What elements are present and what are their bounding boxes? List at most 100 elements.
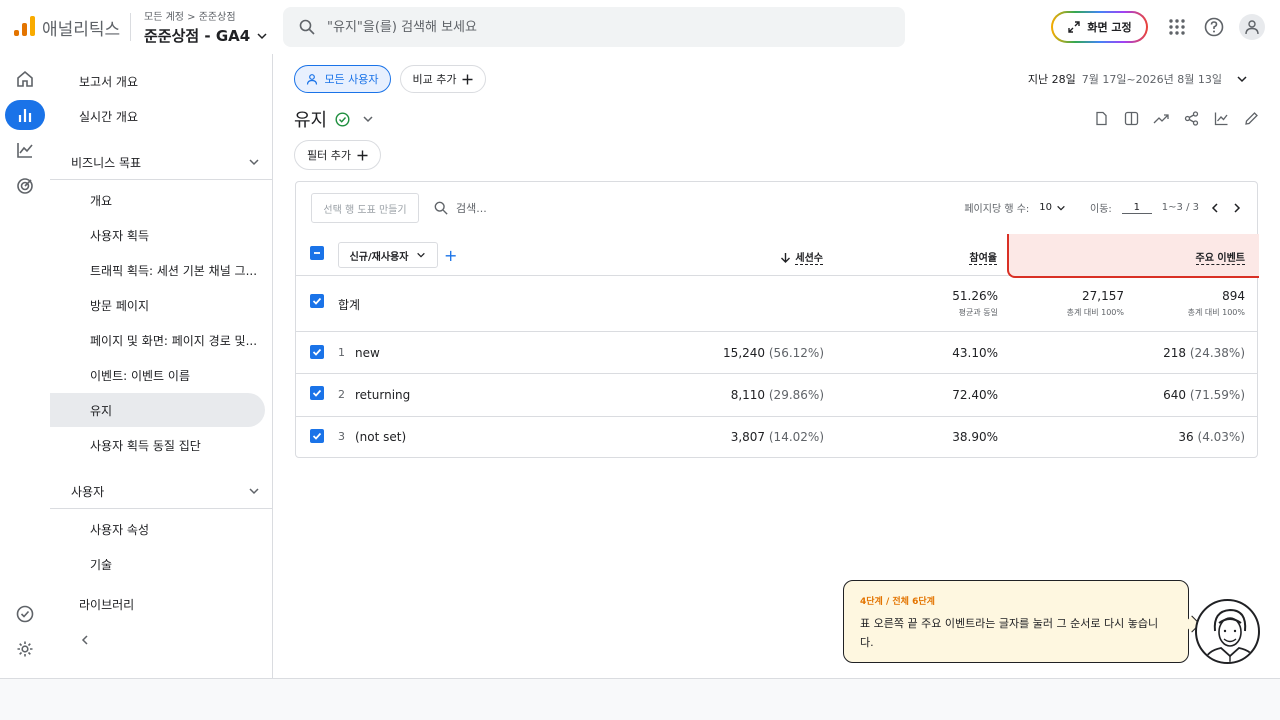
row-label: new [355, 346, 380, 360]
guide-avatar [1195, 599, 1260, 664]
advertising-icon[interactable] [5, 171, 45, 201]
top-bar: 애널리틱스 모든 계정 > 준준상점 준준상점 - GA4 화면 고정 [0, 0, 1280, 54]
nav-user-attributes[interactable]: 사용자 속성 [50, 512, 265, 546]
row-index: 3 [338, 430, 345, 443]
row-checkbox[interactable] [310, 429, 324, 443]
account-icon[interactable] [1239, 14, 1265, 40]
chevron-down-icon [1057, 205, 1065, 211]
plot-rows-button[interactable]: 선택 행 도표 만들기 [311, 193, 419, 223]
table-search[interactable]: 검색... [434, 200, 487, 216]
guide-tooltip: 4단계 / 전체 6단계 표 오른쪽 끝 주요 이벤트라는 글자를 눌러 그 순… [843, 580, 1189, 663]
date-range: 7월 17일~2026년 8월 13일 [1081, 73, 1222, 86]
pin-screen-button[interactable]: 화면 고정 [1051, 11, 1148, 43]
percent: (56.12%) [768, 346, 824, 360]
nav-landing-page[interactable]: 방문 페이지 [50, 288, 265, 322]
nav-business-overview[interactable]: 개요 [50, 183, 265, 217]
app-name: 애널리틱스 [42, 20, 121, 40]
collapse-nav-button[interactable] [50, 623, 265, 657]
next-page-icon[interactable] [1231, 202, 1243, 214]
chip-label: 모든 사용자 [324, 73, 379, 86]
value: 8,110 [730, 388, 766, 402]
all-users-chip[interactable]: 모든 사용자 [294, 65, 391, 93]
dimension-label: 신규/재사용자 [349, 251, 409, 263]
checkmark-icon [312, 348, 322, 356]
percent: (24.38%) [1189, 346, 1245, 360]
search-input[interactable] [327, 19, 847, 35]
add-dimension-icon[interactable]: + [444, 246, 457, 265]
column-header-key-events[interactable]: 주요 이벤트 [1195, 249, 1245, 265]
property-name: 준준상점 - GA4 [144, 27, 251, 45]
value: 36 [1178, 430, 1194, 444]
account-breadcrumb[interactable]: 모든 계정 > 준준상점 [144, 8, 236, 23]
property-selector[interactable]: 준준상점 - GA4 [144, 25, 268, 46]
nav-report-overview[interactable]: 보고서 개요 [50, 64, 265, 98]
row-label: returning [355, 388, 411, 402]
nav-traffic-acquisition[interactable]: 트래픽 획득: 세션 기본 채널 그... [50, 253, 265, 287]
column-header-engagement[interactable]: 참여율 [969, 249, 997, 265]
checkmark-icon [312, 297, 322, 305]
select-all-checkbox[interactable] [310, 246, 324, 260]
line-chart-icon[interactable] [1212, 109, 1230, 127]
date-range-picker[interactable]: 지난 28일 7월 17일~2026년 8월 13일 [1028, 71, 1248, 87]
help-icon[interactable] [1202, 15, 1226, 39]
table-row: 2 returning 8,110 (29.86%) 72.40% 640 (7… [296, 374, 1257, 417]
row-checkbox[interactable] [310, 386, 324, 400]
search-bar[interactable] [283, 7, 905, 47]
chevron-left-icon [81, 635, 88, 645]
divider [50, 508, 272, 509]
explore-icon[interactable] [5, 135, 45, 165]
nav-cohort[interactable]: 사용자 획득 동질 집단 [50, 428, 265, 462]
report-icon[interactable] [1092, 109, 1110, 127]
column-label: 참여율 [969, 249, 997, 265]
table-search-placeholder: 검색... [456, 202, 487, 215]
tooltip-step: 4단계 / 전체 6단계 [860, 597, 935, 607]
nav-realtime-overview[interactable]: 실시간 개요 [50, 99, 265, 133]
add-comparison-chip[interactable]: 비교 추가 [400, 65, 486, 93]
pin-label: 화면 고정 [1087, 21, 1132, 34]
nav-user-acquisition[interactable]: 사용자 획득 [50, 218, 265, 252]
check-icon[interactable] [5, 599, 45, 629]
nav-tech[interactable]: 기술 [50, 547, 265, 581]
table-row: 1 new 15,240 (56.12%) 43.10% 218 (24.38%… [296, 332, 1257, 374]
chevron-down-icon[interactable] [362, 113, 374, 125]
expand-icon [1068, 21, 1081, 33]
row-key-events: 218 (24.38%) [1163, 346, 1245, 360]
reports-icon[interactable] [5, 100, 45, 130]
nav-events[interactable]: 이벤트: 이벤트 이름 [50, 358, 265, 392]
nav-retention[interactable]: 유지 [50, 393, 265, 427]
search-icon [434, 201, 448, 215]
chip-label: 필터 추가 [307, 149, 351, 162]
apps-icon[interactable] [1165, 15, 1189, 39]
rows-per-page-label: 페이지당 행 수: [964, 204, 1030, 215]
rows-per-page-select[interactable]: 10 [1039, 202, 1066, 213]
nav-section-user[interactable]: 사용자 [50, 474, 272, 508]
prev-page-icon[interactable] [1209, 202, 1221, 214]
add-filter-chip[interactable]: 필터 추가 [294, 140, 381, 170]
row-checkbox[interactable] [310, 345, 324, 359]
row-key-events: 36 (4.03%) [1178, 430, 1245, 444]
home-icon[interactable] [5, 64, 45, 94]
total-key-events: 894 [1222, 289, 1245, 303]
analytics-logo[interactable] [14, 16, 35, 36]
nav-section-business[interactable]: 비즈니스 목표 [50, 145, 272, 179]
row-sessions: 8,110 (29.86%) [731, 388, 824, 402]
insights-icon[interactable] [1152, 109, 1170, 127]
table-total-row: 합계 27,157 총계 대비 100% 51.26% 평균과 동일 894 총… [296, 276, 1257, 332]
nav-library[interactable]: 라이브러리 [50, 587, 265, 621]
edit-icon[interactable] [1242, 109, 1260, 127]
report-navigation: 보고서 개요 실시간 개요 비즈니스 목표 개요 사용자 획득 트래픽 획득: … [50, 54, 273, 678]
person-icon [307, 74, 318, 85]
row-sessions: 3,807 (14.02%) [731, 430, 824, 444]
row-checkbox[interactable] [310, 294, 324, 308]
column-label: 세션수 [795, 249, 823, 265]
arrow-down-icon [781, 252, 791, 263]
compare-columns-icon[interactable] [1122, 109, 1140, 127]
goto-page-input[interactable]: 1 [1121, 202, 1152, 214]
percent: (29.86%) [768, 388, 824, 402]
settings-icon[interactable] [5, 634, 45, 664]
date-prefix: 지난 28일 [1027, 73, 1076, 86]
share-icon[interactable] [1182, 109, 1200, 127]
column-header-sessions[interactable]: 세션수 [780, 249, 823, 265]
dimension-selector[interactable]: 신규/재사용자 [338, 242, 438, 268]
nav-pages-screens[interactable]: 페이지 및 화면: 페이지 경로 및... [50, 323, 265, 357]
